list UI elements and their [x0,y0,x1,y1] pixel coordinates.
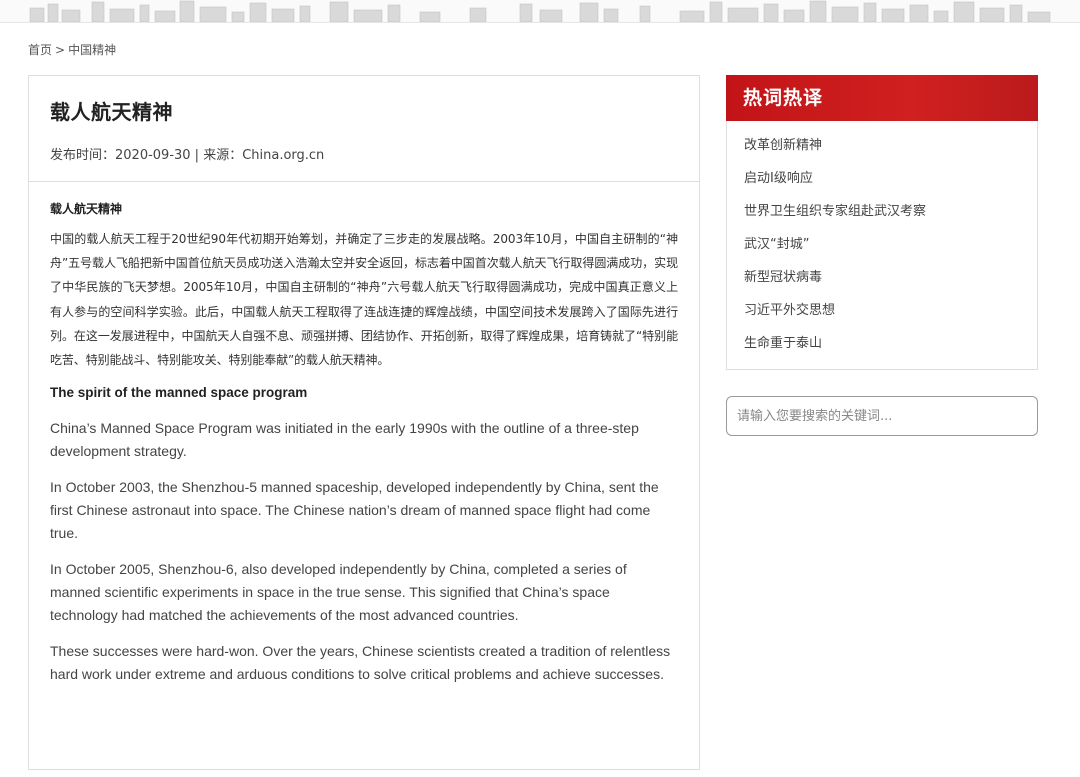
hot-word-item: 新型冠状病毒 [744,261,1037,294]
hot-word-link[interactable]: 启动Ⅰ级响应 [744,171,813,186]
breadcrumb-current-link[interactable]: 中国精神 [68,43,116,57]
hot-word-link[interactable]: 新型冠状病毒 [744,270,822,285]
en-paragraph-2: In October 2003, the Shenzhou-5 manned s… [50,479,659,542]
hot-word-item: 改革创新精神 [744,129,1037,162]
hot-words-list: 改革创新精神 启动Ⅰ级响应 世界卫生组织专家组赴武汉考察 武汉“封城” 新型冠状… [727,121,1037,360]
en-paragraph-4: These successes were hard-won. Over the … [50,643,671,683]
breadcrumb-separator: > [55,43,66,57]
hot-word-item: 启动Ⅰ级响应 [744,162,1037,195]
search-input[interactable] [727,397,1027,435]
hot-word-item: 习近平外交思想 [744,294,1037,327]
hot-words-title: 热词热译 [726,75,1038,121]
hot-word-item: 武汉“封城” [744,228,1037,261]
skyline-illustration [29,0,1051,22]
article-header: 载人航天精神 发布时间：2020-09-30 | 来源：China.org.cn [29,76,699,182]
header-skyline-banner [0,0,1080,23]
cn-paragraph: 中国的载人航天工程于20世纪90年代初期开始筹划，并确定了三步走的发展战略。20… [50,232,678,368]
article-title: 载人航天精神 [50,100,173,124]
hot-word-link[interactable]: 改革创新精神 [744,138,822,153]
hot-word-link[interactable]: 武汉“封城” [744,237,809,252]
article-meta: 发布时间：2020-09-30 | 来源：China.org.cn [50,148,325,163]
breadcrumb: 首页 > 中国精神 [28,41,116,58]
hot-words-panel: 热词热译 改革创新精神 启动Ⅰ级响应 世界卫生组织专家组赴武汉考察 武汉“封城”… [726,75,1038,370]
article-panel: 载人航天精神 发布时间：2020-09-30 | 来源：China.org.cn… [28,75,700,770]
hot-word-item: 世界卫生组织专家组赴武汉考察 [744,195,1037,228]
en-paragraph-3: In October 2005, Shenzhou-6, also develo… [50,561,627,624]
search-box [726,396,1038,436]
en-paragraph-1: China’s Manned Space Program was initiat… [50,420,639,460]
hot-word-link[interactable]: 世界卫生组织专家组赴武汉考察 [744,204,926,219]
hot-word-link[interactable]: 生命重于泰山 [744,336,822,351]
en-heading: The spirit of the manned space program [50,385,308,401]
article-body: 载人航天精神 中国的载人航天工程于20世纪90年代初期开始筹划，并确定了三步走的… [29,182,699,686]
breadcrumb-home-link[interactable]: 首页 [28,43,52,57]
cn-heading: 载人航天精神 [50,202,123,216]
hot-word-item: 生命重于泰山 [744,327,1037,360]
hot-word-link[interactable]: 习近平外交思想 [744,303,835,318]
